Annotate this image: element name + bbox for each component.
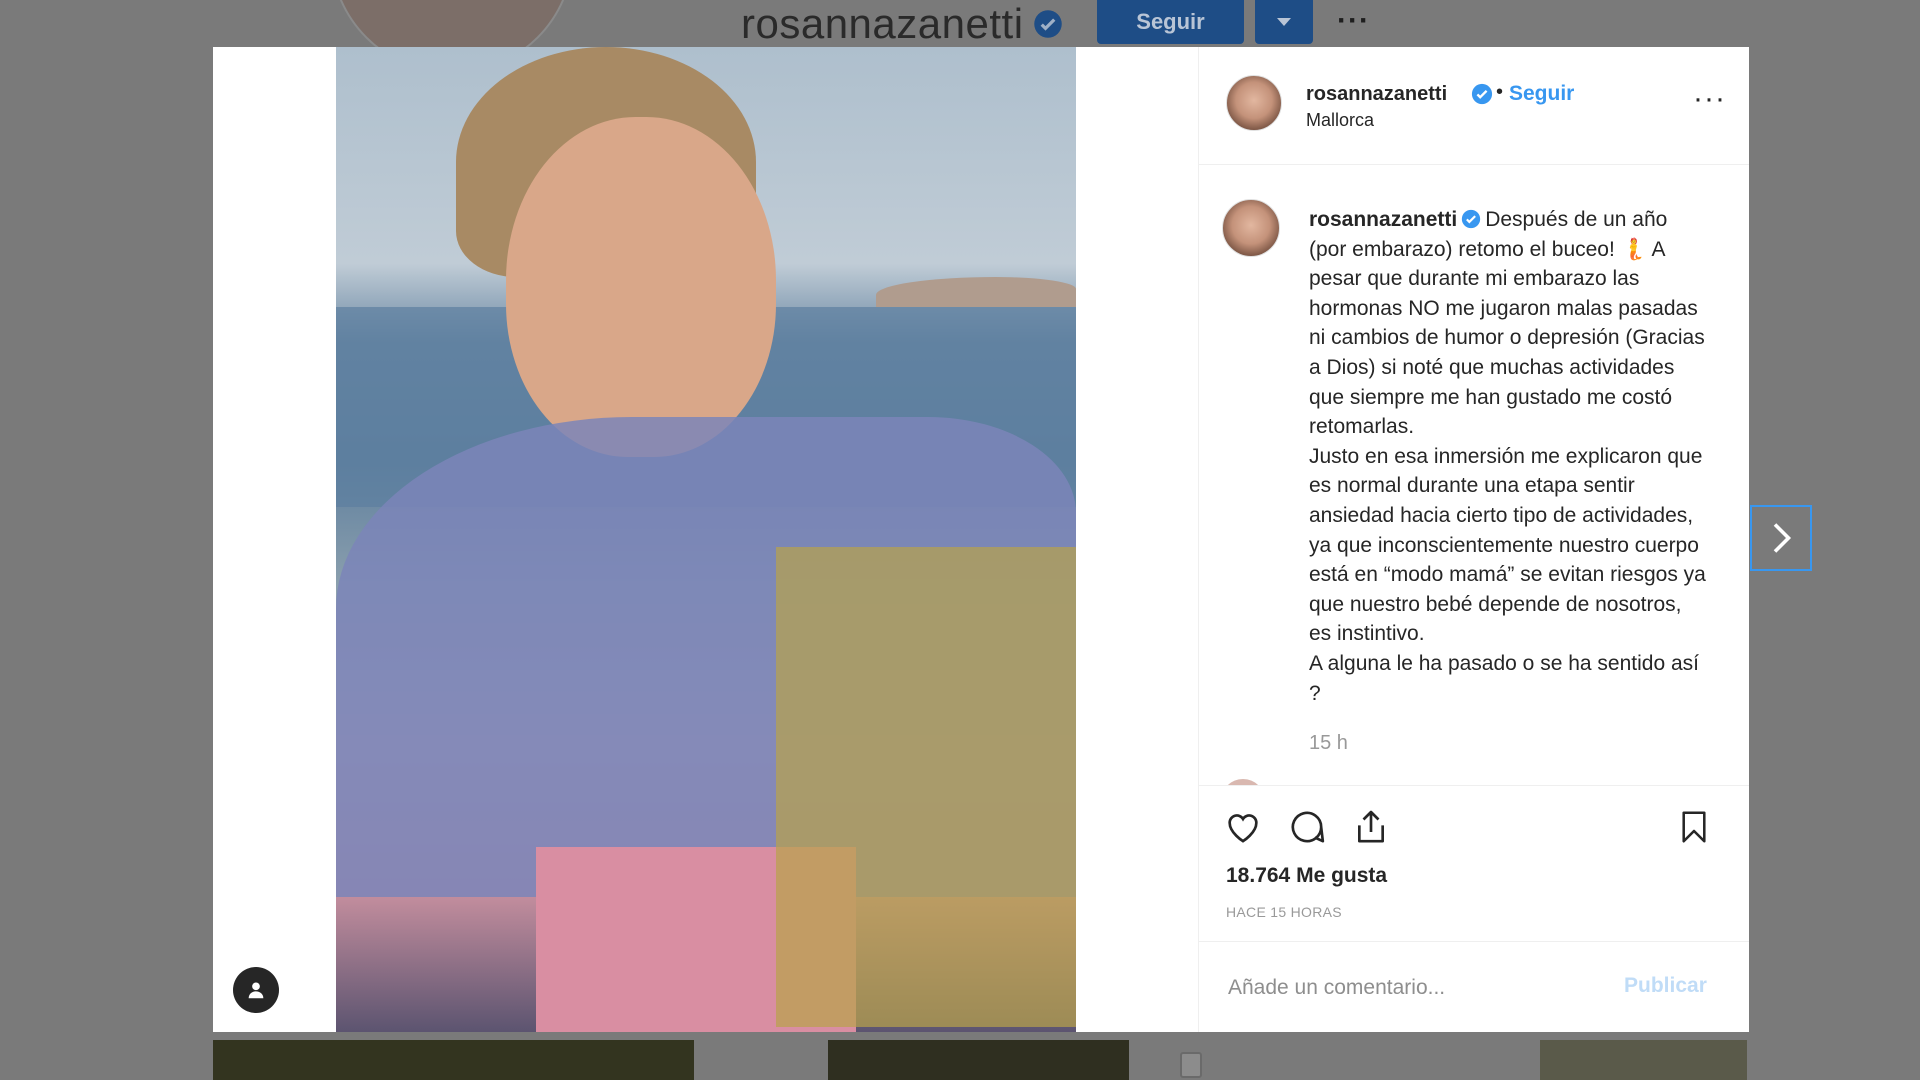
background-grid-thumbnail[interactable] (213, 1040, 694, 1080)
background-more-options[interactable]: ··· (1337, 4, 1370, 38)
author-username[interactable]: rosannazanetti (1306, 83, 1447, 106)
caption-text: Después de un año (por embarazo) retomo … (1309, 208, 1705, 439)
caption-text-paragraph-3: A alguna le ha pasado o se ha sentido as… (1309, 651, 1699, 705)
share-icon (1358, 810, 1384, 843)
heart-icon (1228, 814, 1258, 843)
caption-text-paragraph-2: Justo en esa inmersión me explicaron que… (1309, 444, 1706, 646)
likes-label: Me gusta (1296, 864, 1388, 887)
background-username: rosannazanetti (741, 0, 1024, 47)
background-follow-button[interactable]: Seguir (1097, 0, 1244, 44)
chevron-down-icon (1277, 18, 1291, 26)
post-media (213, 47, 1198, 1032)
background-verified-icon (1034, 10, 1062, 38)
separator-dot: • (1496, 81, 1504, 103)
share-button[interactable] (1349, 805, 1393, 849)
author-avatar[interactable] (1226, 75, 1282, 131)
caption-username[interactable]: rosannazanetti (1309, 208, 1457, 231)
next-post-button[interactable] (1750, 505, 1812, 571)
verified-badge-icon (1462, 209, 1481, 229)
post-header: rosannazanetti • Seguir Mallorca ··· (1199, 47, 1749, 165)
post-photo (336, 47, 1076, 1032)
user-tag-button[interactable] (233, 967, 279, 1013)
caption-timestamp: 15 h (1309, 732, 1348, 754)
background-grid-thumbnail[interactable] (1540, 1040, 1747, 1080)
next-comment-preview (1221, 773, 1701, 785)
post-sidebar: rosannazanetti • Seguir Mallorca ··· ros… (1198, 47, 1749, 1032)
background-grid-thumbnail[interactable] (828, 1040, 1129, 1080)
save-button[interactable] (1672, 805, 1716, 849)
comment-input[interactable] (1226, 972, 1610, 1004)
publish-button[interactable]: Publicar (1624, 974, 1707, 998)
likes-count[interactable]: 18.764 Me gusta (1226, 864, 1387, 888)
likes-number: 18.764 (1226, 864, 1291, 887)
follow-button[interactable]: Seguir (1509, 82, 1574, 106)
more-options-button[interactable]: ··· (1693, 84, 1726, 114)
post-location[interactable]: Mallorca (1306, 110, 1374, 131)
verified-badge-icon (1471, 83, 1493, 105)
comment-form: Publicar (1199, 941, 1749, 1033)
caption-area: rosannazanetti Después de un año (por emb… (1199, 165, 1749, 785)
bookmark-icon (1682, 811, 1706, 843)
post-timestamp: HACE 15 HORAS (1226, 904, 1342, 920)
like-button[interactable] (1221, 805, 1265, 849)
background-dropdown-button[interactable] (1255, 0, 1313, 44)
post-caption: rosannazanetti Después de un año (por emb… (1309, 205, 1709, 708)
caption-author-avatar[interactable] (1222, 199, 1280, 257)
comment-bubble-icon (1291, 811, 1325, 843)
post-modal: rosannazanetti • Seguir Mallorca ··· ros… (213, 47, 1749, 1032)
chevron-right-icon (1773, 523, 1792, 553)
user-tag-icon (248, 982, 264, 999)
comment-button[interactable] (1285, 805, 1329, 849)
background-checkbox (1180, 1052, 1202, 1078)
